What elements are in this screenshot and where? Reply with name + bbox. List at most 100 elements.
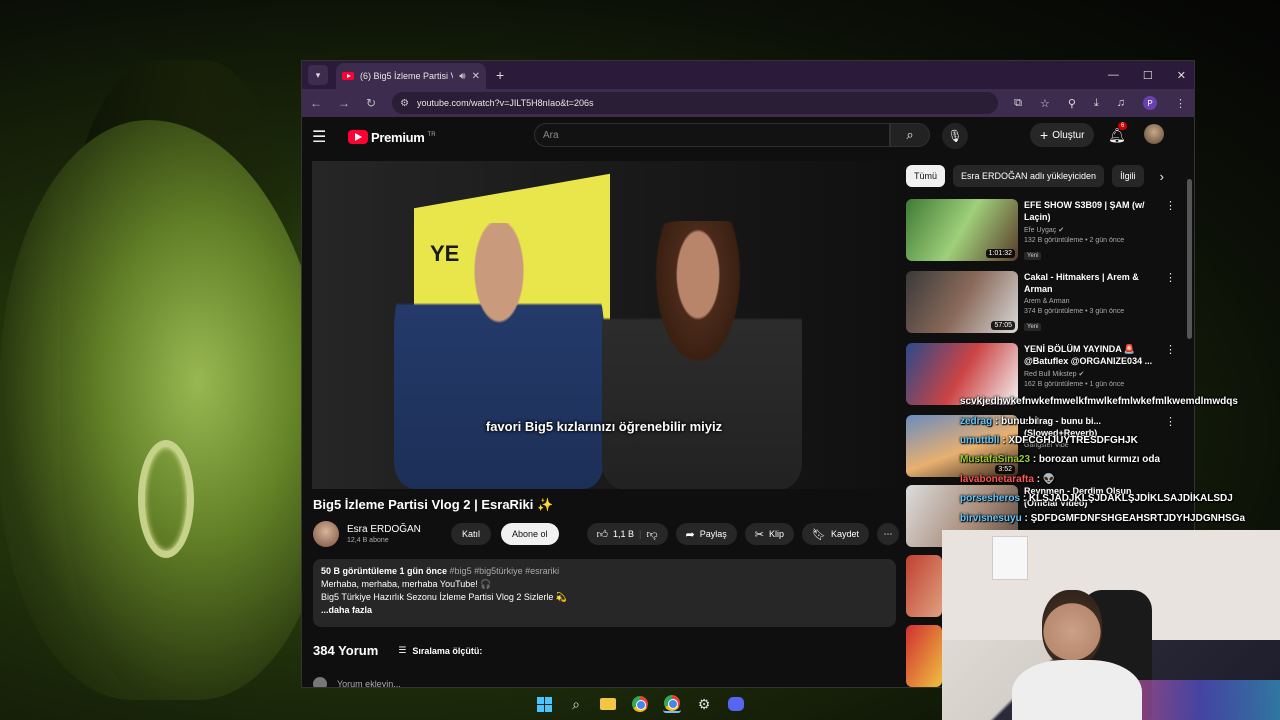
verified-icon: ✔ xyxy=(1078,371,1085,378)
more-vertical-icon[interactable]: ⋮ xyxy=(1165,415,1176,428)
back-icon[interactable]: ← xyxy=(310,96,322,110)
description-line-2: Big5 Türkiye Hazırlık Sezonu İzleme Part… xyxy=(321,592,568,602)
sort-icon: ☰ xyxy=(398,645,407,655)
page-scrollbar[interactable] xyxy=(1187,179,1192,339)
verified-icon: ✔ xyxy=(1058,227,1065,234)
browser-menu-icon[interactable]: ⋮ xyxy=(1175,97,1186,110)
channel-avatar[interactable] xyxy=(313,521,339,547)
chat-username: zedrag xyxy=(960,416,993,427)
chrome-icon[interactable] xyxy=(631,695,649,713)
more-vertical-icon[interactable]: ⋮ xyxy=(1165,343,1176,356)
site-info-icon[interactable]: ⚙ xyxy=(400,98,409,109)
clip-label: Klip xyxy=(768,529,784,539)
search-button[interactable]: ⌕ xyxy=(890,123,930,147)
share-button[interactable]: ➦ Paylaş xyxy=(675,523,737,545)
description-line-1: Merhaba, merhaba, merhaba YouTube! 🎧 xyxy=(321,579,492,589)
profile-avatar[interactable]: P xyxy=(1143,96,1157,110)
video-thumbnail[interactable] xyxy=(906,625,942,687)
subscribe-button[interactable]: Abone ol xyxy=(501,523,559,545)
account-avatar[interactable] xyxy=(1144,124,1164,144)
channel-row: Esra ERDOĞAN 12,4 B abone Katıl Abone ol… xyxy=(313,519,899,549)
video-thumbnail[interactable] xyxy=(906,555,942,617)
taskbar-search-icon[interactable]: ⌕ xyxy=(567,695,585,713)
more-vertical-icon[interactable]: ⋮ xyxy=(1165,199,1176,212)
sort-button[interactable]: ☰ Sıralama ölçütü: xyxy=(398,645,482,656)
recommendation-item[interactable] xyxy=(906,555,946,619)
discord-icon[interactable] xyxy=(727,695,745,713)
chip-related[interactable]: İlgili xyxy=(1112,165,1144,187)
video-thumbnail[interactable]: 57:05 xyxy=(906,271,1018,333)
join-button[interactable]: Katıl xyxy=(451,523,492,545)
thumbs-down-icon[interactable]: 👎︎ xyxy=(646,528,657,541)
logo-country: TR xyxy=(427,131,436,138)
extensions-icon[interactable]: ⚲ xyxy=(1068,97,1076,110)
recommendation-title[interactable]: YENİ BÖLÜM YAYINDA 🚨 @Batuflex @ORGANIZE… xyxy=(1024,343,1156,367)
bookmark-star-icon[interactable]: ☆ xyxy=(1040,97,1050,110)
video-thumbnail[interactable]: 1:01:32 xyxy=(906,199,1018,261)
save-button[interactable]: 🔖︎ Kaydet xyxy=(802,523,869,545)
youtube-logo[interactable]: Premium TR xyxy=(348,130,436,145)
recommendation-channel: Arem & Arman xyxy=(1024,298,1070,305)
chat-message: MustafaSina23 : borozan umut kırmızı oda xyxy=(960,454,1160,465)
chat-message: lavabonetarafta : 👽 xyxy=(960,474,1055,485)
forward-icon[interactable]: → xyxy=(338,96,350,110)
chrome-active-icon[interactable] xyxy=(663,695,681,713)
video-player[interactable]: YE favori Big5 kızlarınızı öğrenebilir m… xyxy=(312,161,896,489)
duration-badge: 57:05 xyxy=(991,321,1015,330)
tab-close-icon[interactable]: ✕ xyxy=(472,71,480,82)
chat-message: zedrag : bunu bi xyxy=(960,416,1037,427)
new-tab-button[interactable]: + xyxy=(496,67,504,83)
close-window-icon[interactable]: ✕ xyxy=(1177,69,1186,82)
menu-icon[interactable]: ☰ xyxy=(312,127,340,147)
chat-text: : 👽 xyxy=(1036,474,1056,485)
more-vertical-icon[interactable]: ⋮ xyxy=(1165,271,1176,284)
video-person-left xyxy=(394,223,604,489)
search-input[interactable]: Ara xyxy=(534,123,890,147)
address-bar[interactable]: ⚙ youtube.com/watch?v=JILT5H8nIao&t=206s xyxy=(392,92,999,114)
windows-start-icon[interactable] xyxy=(535,695,553,713)
install-app-icon[interactable]: ⧉ xyxy=(1014,97,1022,110)
chat-message: porsesheros : KLŞJADJKLŞJDAKLŞJDİKLSAJDİ… xyxy=(960,493,1233,504)
chip-all[interactable]: Tümü xyxy=(906,165,946,187)
hashtags[interactable]: #big5 #big5türkiye #esrariki xyxy=(450,566,560,576)
create-button[interactable]: + Oluştur xyxy=(1030,123,1095,147)
file-explorer-icon[interactable] xyxy=(599,695,617,713)
more-actions-button[interactable]: ⋯ xyxy=(877,523,899,545)
voice-search-button[interactable]: 🎙︎ xyxy=(942,123,968,149)
chat-username: MustafaSina23 xyxy=(960,454,1031,465)
like-button[interactable]: 👍︎ 1,1 B | 👎︎ xyxy=(586,523,668,545)
tab-search-button[interactable]: ▾ xyxy=(308,65,328,85)
add-comment-row[interactable]: Yorum ekleyin... xyxy=(313,677,401,687)
chevron-right-icon[interactable]: › xyxy=(1160,169,1164,184)
recommendation-item[interactable]: 3:52 zedrag - bunu bi... (Slowed+Reverb)… xyxy=(906,415,1176,479)
wall-poster xyxy=(992,536,1028,580)
app-icon[interactable]: ⚙ xyxy=(695,695,713,713)
microphone-icon: 🎙︎ xyxy=(947,129,963,143)
chip-from-uploader[interactable]: Esra ERDOĞAN adlı yükleyiciden xyxy=(953,165,1105,187)
duration-badge: 1:01:32 xyxy=(985,249,1015,258)
recommendation-title[interactable]: EFE SHOW S3B09 | ŞAM (w/ Laçin) xyxy=(1024,199,1156,223)
video-actions: 👍︎ 1,1 B | 👎︎ ➦ Paylaş ✂ Klip 🔖︎ Kaydet xyxy=(586,523,899,545)
recommendation-item[interactable]: 1:01:32 EFE SHOW S3B09 | ŞAM (w/ Laçin) … xyxy=(906,199,1176,263)
recommendation-item[interactable] xyxy=(906,625,946,687)
chat-text: : XDFCGHJUYTRESDFGHJK xyxy=(1002,435,1138,446)
reload-icon[interactable]: ↻ xyxy=(366,96,376,110)
recommendation-title[interactable]: Cakal - Hitmakers | Arem & Arman xyxy=(1024,271,1156,295)
browser-tab[interactable]: (6) Big5 İzleme Partisi Vlog 🔊︎ ✕ xyxy=(336,63,486,89)
video-description[interactable]: 50 B görüntüleme 1 gün önce #big5 #big5t… xyxy=(313,559,896,627)
recommendation-item[interactable]: 57:05 Cakal - Hitmakers | Arem & Arman A… xyxy=(906,271,1176,335)
yt-header: ☰ Premium TR Ara ⌕ 🎙︎ + Oluştur 🔔︎ 6 xyxy=(302,117,1194,157)
speaker-icon[interactable]: 🔊︎ xyxy=(459,71,465,82)
add-comment-input[interactable]: Yorum ekleyin... xyxy=(337,679,401,687)
downloads-icon[interactable]: ⤓ xyxy=(1094,97,1099,110)
channel-name[interactable]: Esra ERDOĞAN xyxy=(347,524,437,535)
show-more-link[interactable]: ...daha fazla xyxy=(321,604,888,617)
maximize-icon[interactable]: ☐ xyxy=(1143,69,1153,82)
media-control-icon[interactable]: ♫ xyxy=(1117,97,1125,109)
sort-label: Sıralama ölçütü: xyxy=(412,645,483,656)
clip-button[interactable]: ✂ Klip xyxy=(744,523,794,545)
chat-username: lavabonetarafta xyxy=(960,474,1034,485)
recommendation-meta: 162 B görüntüleme • 1 gün önce xyxy=(1024,381,1125,388)
recommendation-info: EFE SHOW S3B09 | ŞAM (w/ Laçin) Efe Uyga… xyxy=(1024,199,1156,263)
minimize-icon[interactable]: — xyxy=(1108,69,1119,81)
